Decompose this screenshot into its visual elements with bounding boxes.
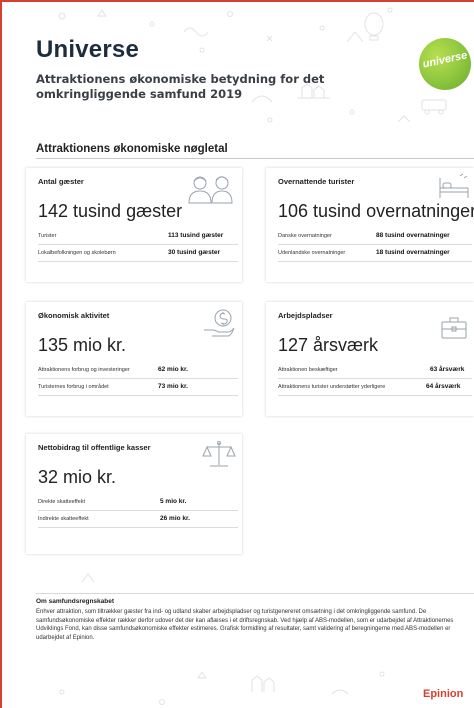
- card-net-contribution: Nettobidrag til offentlige kasser 32 mio…: [26, 434, 242, 554]
- card-overnight-tourists: Overnattende turister 106 tusind overnat…: [266, 168, 474, 282]
- row-value: 30 tusind gæster: [168, 249, 221, 256]
- row-value: 5 mio kr.: [160, 498, 187, 505]
- card-row: Lokalbefolkningen og skolebørn 30 tusind…: [38, 247, 238, 262]
- section-title: Attraktionens økonomiske nøgletal: [36, 143, 228, 155]
- universe-logo: universe: [419, 38, 471, 90]
- row-value: 18 tusind overnatninger: [376, 249, 450, 256]
- row-value: 113 tusind gæster: [168, 232, 224, 239]
- epinion-logo: Epinion: [423, 688, 464, 700]
- row-value: 63 årsværk: [430, 366, 465, 373]
- card-headline-value: 32 mio kr.: [38, 467, 117, 487]
- card-row: Turister 113 tusind gæster: [38, 230, 238, 245]
- card-guests: Antal gæster 142 tusind gæster Turister …: [26, 168, 242, 282]
- row-value: 62 mio kr.: [158, 366, 188, 373]
- card-economic-activity: Økonomisk aktivitet 135 mio kr. Attrakti…: [26, 302, 242, 416]
- row-value: 64 årsværk: [426, 383, 461, 390]
- about-text: Enhver attraktion, som tiltrækker gæster…: [36, 609, 454, 641]
- row-value: 73 mio kr.: [158, 383, 188, 390]
- section-divider: [36, 158, 474, 159]
- row-value: 26 mio kr.: [160, 515, 190, 522]
- briefcase-icon: [441, 317, 467, 339]
- card-title: Overnattende turister: [278, 177, 355, 186]
- card-row: Attraktionens turister understøtter yder…: [278, 381, 472, 396]
- card-row: Indirekte skatteeffekt 26 mio kr.: [38, 513, 238, 528]
- row-label: Turisternes forbrug i området: [38, 384, 109, 390]
- card-title: Arbejdspladser: [278, 311, 333, 320]
- row-label: Attraktionens forbrug og investeringer: [38, 367, 130, 373]
- card-headline-value: 142 tusind gæster: [38, 201, 183, 221]
- card-row: Udenlandske overnatninger 18 tusind over…: [278, 247, 472, 262]
- about-title: Om samfundsregnskabet: [36, 598, 115, 605]
- card-jobs: Arbejdspladser 127 årsværk Attraktionen …: [266, 302, 474, 416]
- card-title: Økonomisk aktivitet: [38, 311, 110, 320]
- card-row: Danske overnatninger 88 tusind overnatni…: [278, 230, 472, 245]
- row-label: Indirekte skatteeffekt: [38, 516, 89, 522]
- page-subtitle: Attraktionens økonomiske betydning for d…: [36, 72, 325, 101]
- row-label: Attraktionens turister understøtter yder…: [278, 384, 386, 390]
- card-headline-value: 135 mio kr.: [38, 335, 127, 355]
- page-title: Universe: [36, 36, 139, 63]
- card-headline-value: 127 årsværk: [278, 335, 379, 355]
- card-row: Attraktionens forbrug og investeringer 6…: [38, 364, 238, 379]
- card-row: Turisternes forbrug i området 73 mio kr.: [38, 381, 238, 396]
- about-divider: [36, 593, 474, 594]
- row-label: Udenlandske overnatninger: [278, 250, 346, 256]
- row-label: Attraktionen beskæftiger: [278, 367, 338, 373]
- bed-icon: [439, 173, 469, 198]
- row-label: Direkte skatteeffekt: [38, 499, 85, 505]
- card-title: Antal gæster: [38, 177, 84, 186]
- row-value: 88 tusind overnatninger: [376, 232, 450, 239]
- card-headline-value: 106 tusind overnatninger: [278, 201, 474, 221]
- people-icon: [188, 176, 233, 204]
- row-label: Danske overnatninger: [278, 233, 332, 239]
- card-row: Attraktionen beskæftiger 63 årsværk: [278, 364, 472, 379]
- scales-icon: [202, 441, 236, 467]
- row-label: Lokalbefolkningen og skolebørn: [38, 250, 116, 256]
- money-hand-icon: [204, 309, 235, 337]
- row-label: Turister: [38, 233, 57, 239]
- logo-text: universe: [421, 49, 469, 71]
- card-row: Direkte skatteeffekt 5 mio kr.: [38, 496, 238, 511]
- page: Universe Attraktionens økonomiske betydn…: [0, 0, 474, 708]
- card-title: Nettobidrag til offentlige kasser: [38, 443, 151, 452]
